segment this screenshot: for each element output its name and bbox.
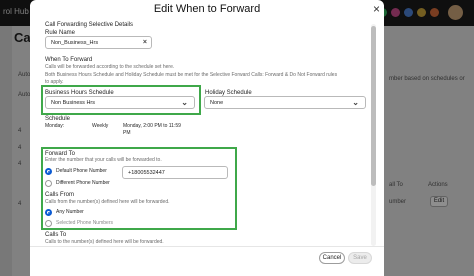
- default-phone-label: Default Phone Number: [56, 168, 107, 174]
- calls-from-desc: Calls from the number(s) defined here wi…: [45, 199, 170, 205]
- any-number-label: Any Number: [56, 209, 84, 215]
- selected-numbers-radio[interactable]: [45, 220, 52, 227]
- schedule-time: PM: [123, 130, 131, 136]
- default-phone-radio[interactable]: [45, 168, 52, 175]
- when-to-forward-heading: When To Forward: [45, 57, 93, 63]
- when-desc: Both Business Hours Schedule and Holiday…: [45, 72, 338, 78]
- cancel-button[interactable]: Cancel: [319, 252, 345, 264]
- selected-numbers-label: Selected Phone Numbers: [56, 220, 113, 226]
- when-desc: Calls will be forwarded according to the…: [45, 64, 175, 70]
- schedule-time: Monday, 2:00 PM to 11:59: [123, 123, 181, 129]
- modal-title: Edit When to Forward: [153, 3, 261, 15]
- holiday-schedule-value: None: [210, 100, 224, 106]
- business-hours-select[interactable]: Non Business Hrs ⌄: [45, 96, 195, 109]
- different-phone-label: Different Phone Number: [56, 180, 110, 186]
- chevron-down-icon: ⌄: [352, 98, 359, 107]
- section-heading: Call Forwarding Selective Details: [45, 22, 134, 28]
- different-phone-radio[interactable]: [45, 180, 52, 187]
- chevron-down-icon: ⌄: [181, 98, 188, 107]
- scrollbar-thumb[interactable]: [371, 26, 376, 186]
- any-number-radio[interactable]: [45, 209, 52, 216]
- modal-footer: Cancel Save: [30, 246, 384, 276]
- calls-from-heading: Calls From: [45, 192, 75, 198]
- calls-to-desc: Calls to the number(s) defined here will…: [45, 239, 164, 245]
- forward-to-desc: Enter the number that your calls will be…: [45, 157, 162, 163]
- close-icon[interactable]: ×: [373, 3, 380, 15]
- business-hours-value: Non Business Hrs: [51, 100, 96, 106]
- rule-name-input[interactable]: Non_Business_Hrs ×: [45, 36, 152, 49]
- schedule-frequency: Weekly: [92, 123, 109, 129]
- default-phone-value: +18005532447: [128, 170, 165, 176]
- holiday-schedule-select[interactable]: None ⌄: [204, 96, 366, 109]
- rule-name-value: Non_Business_Hrs: [51, 40, 99, 46]
- schedule-heading: Schedule: [45, 116, 71, 122]
- save-button[interactable]: Save: [348, 252, 372, 264]
- schedule-day: Monday:: [45, 123, 65, 129]
- calls-to-heading: Calls To: [45, 232, 67, 238]
- default-phone-input[interactable]: +18005532447: [122, 166, 228, 179]
- edit-when-to-forward-modal: Edit When to Forward × Call Forwarding S…: [30, 0, 384, 276]
- clear-icon[interactable]: ×: [143, 39, 147, 46]
